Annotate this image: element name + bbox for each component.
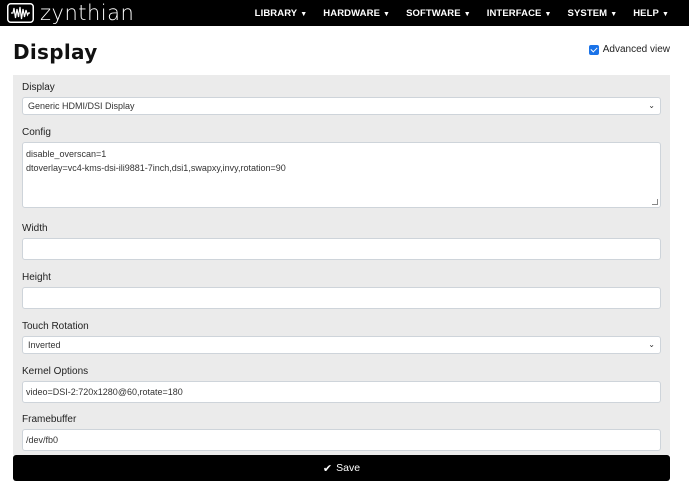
display-select[interactable]: Generic HDMI/DSI Display ⌄ xyxy=(22,97,661,115)
nav-hardware-label: HARDWARE xyxy=(323,7,381,19)
save-button[interactable]: ✔ Save xyxy=(13,455,670,481)
config-line: disable_overscan=1 xyxy=(26,149,107,159)
nav-hardware[interactable]: HARDWARE ▼ xyxy=(323,8,390,19)
touch-rotation-label: Touch Rotation xyxy=(22,321,89,332)
display-label: Display xyxy=(22,82,55,93)
nav-software[interactable]: SOFTWARE ▼ xyxy=(406,8,471,19)
touch-rotation-select[interactable]: Inverted ⌄ xyxy=(22,336,661,354)
nav-interface-label: INTERFACE xyxy=(486,7,542,19)
advanced-view-checkbox[interactable] xyxy=(588,44,599,55)
caret-down-icon: ▼ xyxy=(463,10,471,18)
caret-down-icon: ▼ xyxy=(544,10,552,18)
caret-down-icon: ▼ xyxy=(300,10,308,18)
nav-library-label: LIBRARY xyxy=(254,7,298,19)
kernel-options-label: Kernel Options xyxy=(22,366,89,377)
width-input[interactable] xyxy=(22,238,661,260)
check-icon: ✔ xyxy=(322,462,333,475)
height-label: Height xyxy=(22,272,51,283)
caret-down-icon: ▼ xyxy=(661,10,669,18)
nav-help[interactable]: HELP ▼ xyxy=(633,8,669,19)
caret-down-icon: ▼ xyxy=(383,10,391,18)
chevron-down-icon: ⌄ xyxy=(648,340,655,349)
width-label: Width xyxy=(22,223,48,234)
touch-rotation-value: Inverted xyxy=(28,340,61,350)
nav-software-label: SOFTWARE xyxy=(406,7,461,19)
kernel-options-input[interactable]: video=DSI-2:720x1280@60,rotate=180 xyxy=(22,381,661,403)
config-textarea[interactable]: disable_overscan=1 dtoverlay=vc4-kms-dsi… xyxy=(22,142,661,208)
nav-help-label: HELP xyxy=(633,7,659,19)
brand-logo[interactable]: zynthian xyxy=(7,0,134,26)
page-title: Display xyxy=(13,40,98,64)
advanced-view-label: Advanced view xyxy=(602,44,670,55)
config-line: dtoverlay=vc4-kms-dsi-ili9881-7inch,dsi1… xyxy=(26,163,286,173)
top-navbar: zynthian LIBRARY ▼ HARDWARE ▼ SOFTWARE ▼ IN… xyxy=(0,0,689,26)
framebuffer-input[interactable]: /dev/fb0 xyxy=(22,429,661,451)
advanced-view-toggle[interactable]: Advanced view xyxy=(588,44,670,55)
resize-grip-icon[interactable] xyxy=(652,199,658,205)
brand-name: zynthian xyxy=(40,1,135,25)
display-settings-panel: Display Generic HDMI/DSI Display ⌄ Confi… xyxy=(13,75,670,455)
config-label: Config xyxy=(22,127,51,138)
framebuffer-label: Framebuffer xyxy=(22,414,77,425)
caret-down-icon: ▼ xyxy=(610,10,618,18)
nav-system-label: SYSTEM xyxy=(567,7,608,19)
nav-interface[interactable]: INTERFACE ▼ xyxy=(487,8,552,19)
display-select-value: Generic HDMI/DSI Display xyxy=(28,101,135,111)
zynthian-logo-icon xyxy=(7,3,34,23)
nav-system[interactable]: SYSTEM ▼ xyxy=(568,8,618,19)
main-menu: LIBRARY ▼ HARDWARE ▼ SOFTWARE ▼ INTERFACE ▼ … xyxy=(239,0,669,26)
chevron-down-icon: ⌄ xyxy=(648,101,655,110)
height-input[interactable] xyxy=(22,287,661,309)
save-button-label: Save xyxy=(336,462,361,474)
nav-library[interactable]: LIBRARY ▼ xyxy=(255,8,308,19)
